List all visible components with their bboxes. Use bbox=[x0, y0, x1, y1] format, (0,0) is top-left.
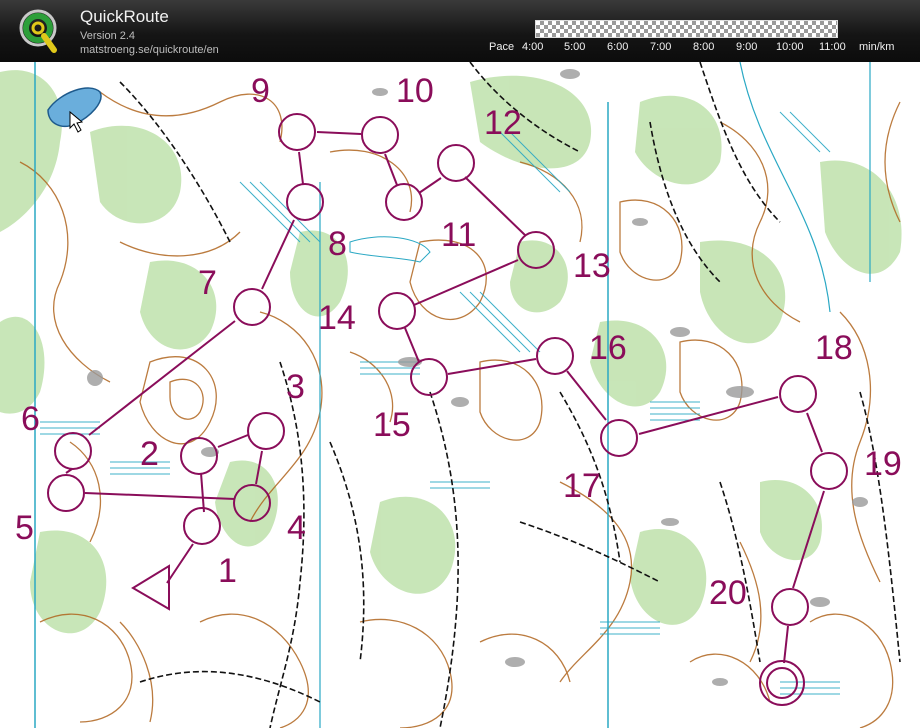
control-number: 4 bbox=[287, 509, 306, 547]
pace-tick: 8:00 bbox=[693, 41, 715, 53]
map-canvas[interactable]: 1 2 3 4 5 6 7 8 9 10 11 12 13 14 15 16 1… bbox=[0, 62, 920, 728]
control-number: 2 bbox=[140, 435, 159, 473]
control-number: 17 bbox=[563, 467, 601, 505]
pace-tick: 7:00 bbox=[650, 41, 672, 53]
control-number: 11 bbox=[441, 216, 476, 254]
control-number: 15 bbox=[373, 406, 411, 444]
control-number: 8 bbox=[328, 225, 347, 263]
pace-label: Pace bbox=[489, 41, 515, 53]
control-number: 13 bbox=[573, 247, 611, 285]
pace-unit: min/km bbox=[859, 41, 895, 53]
pace-tick: 6:00 bbox=[607, 41, 629, 53]
control-number: 20 bbox=[709, 574, 747, 612]
pace-tick: 9:00 bbox=[736, 41, 758, 53]
quickroute-logo-icon bbox=[16, 6, 62, 56]
control-number: 10 bbox=[396, 72, 434, 110]
control-number: 1 bbox=[218, 552, 237, 590]
control-number: 7 bbox=[198, 264, 217, 302]
pace-tick: 5:00 bbox=[564, 41, 586, 53]
control-number: 19 bbox=[864, 445, 902, 483]
control-number: 14 bbox=[318, 299, 356, 337]
app-url: matstroeng.se/quickroute/en bbox=[80, 44, 219, 56]
control-number: 6 bbox=[21, 400, 40, 438]
control-number: 5 bbox=[15, 509, 34, 547]
orienteering-map[interactable]: 1 2 3 4 5 6 7 8 9 10 11 12 13 14 15 16 1… bbox=[0, 62, 920, 728]
pace-tick: 10:00 bbox=[776, 41, 804, 53]
control-number: 12 bbox=[484, 104, 522, 142]
app-version: Version 2.4 bbox=[80, 30, 136, 42]
app-title: QuickRoute bbox=[80, 7, 169, 26]
pace-tick: 4:00 bbox=[522, 41, 544, 53]
app-header: QuickRoute Version 2.4 matstroeng.se/qui… bbox=[0, 0, 920, 62]
control-number: 3 bbox=[286, 368, 305, 406]
control-number: 9 bbox=[251, 72, 270, 110]
pace-tick: 11:00 bbox=[819, 41, 846, 53]
control-number: 16 bbox=[589, 329, 627, 367]
control-number: 18 bbox=[815, 329, 853, 367]
pace-scale-bar bbox=[535, 20, 838, 38]
